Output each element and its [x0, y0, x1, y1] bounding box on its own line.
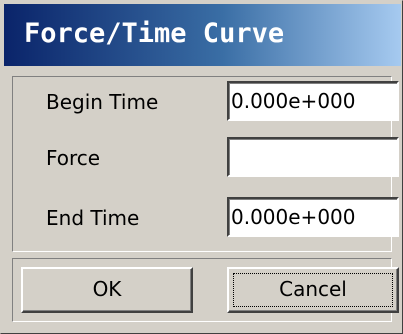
force-time-curve-dialog: Force/Time Curve Begin Time 0.000e+000 F…	[0, 0, 403, 334]
force-label: Force	[46, 146, 101, 170]
end-time-label: End Time	[46, 206, 140, 230]
begin-time-field[interactable]: 0.000e+000	[227, 81, 399, 121]
begin-time-row: Begin Time 0.000e+000	[13, 80, 399, 121]
button-bar: OK Cancel	[12, 258, 399, 322]
end-time-field[interactable]: 0.000e+000	[227, 197, 399, 237]
cancel-button-label: Cancel	[279, 277, 347, 301]
begin-time-label: Begin Time	[46, 90, 159, 114]
title-bar[interactable]: Force/Time Curve	[4, 4, 401, 66]
force-row: Force	[13, 136, 399, 177]
window-title: Force/Time Curve	[24, 18, 285, 49]
ok-button[interactable]: OK	[21, 267, 193, 313]
input-panel: Begin Time 0.000e+000 Force End Time 0.0…	[12, 76, 399, 252]
force-field[interactable]	[227, 137, 399, 177]
end-time-row: End Time 0.000e+000	[13, 196, 399, 237]
ok-button-label: OK	[92, 277, 122, 301]
cancel-button[interactable]: Cancel	[227, 267, 399, 313]
